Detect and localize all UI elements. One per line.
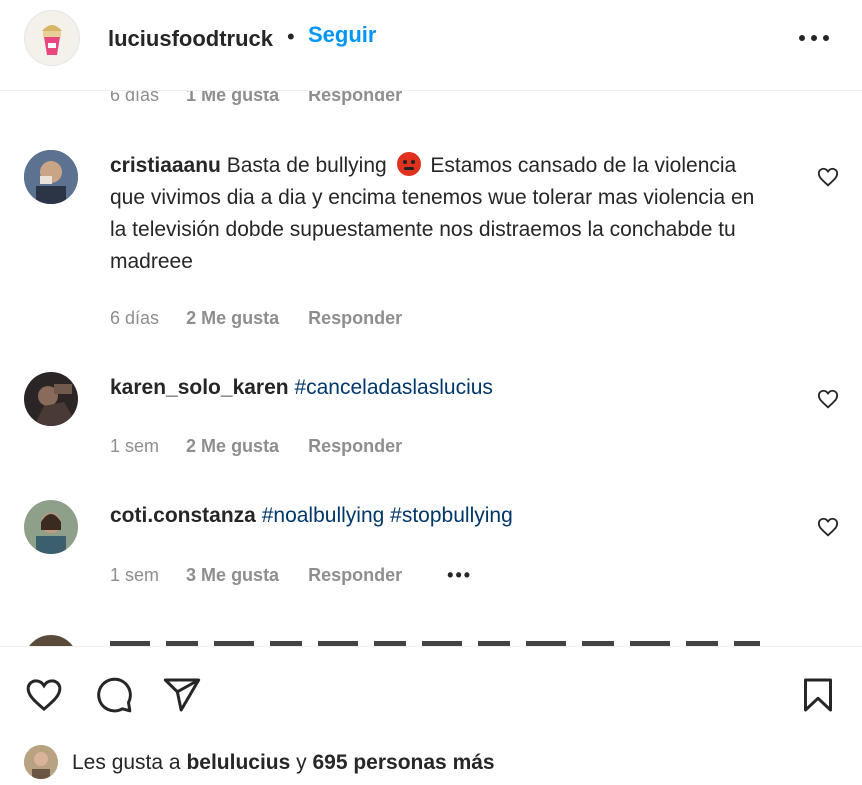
- comment-time: 1 sem: [110, 565, 160, 585]
- liker-username[interactable]: belulucius: [186, 751, 290, 774]
- comment-time: 6 días: [110, 90, 160, 105]
- follow-button[interactable]: Seguir: [308, 22, 376, 48]
- commenter-avatar: [24, 635, 78, 646]
- comment-options-icon[interactable]: •••: [447, 565, 472, 586]
- like-comment-heart-icon[interactable]: [817, 166, 839, 188]
- account-avatar[interactable]: [24, 10, 80, 66]
- share-icon[interactable]: [162, 675, 202, 715]
- liker-avatar[interactable]: [24, 745, 58, 779]
- separator-dot: •: [287, 24, 295, 49]
- post-actions-bar: Les gusta a belulucius y 695 personas má…: [0, 646, 862, 785]
- comment-body: karen_solo_karen #canceladaslaslucius: [110, 372, 770, 404]
- heart-icon[interactable]: [24, 675, 64, 715]
- previous-comment-meta: 6 días 1 Me gusta Responder: [110, 90, 442, 106]
- commenter-avatar[interactable]: [24, 500, 78, 554]
- post-header: luciusfoodtruck • Seguir: [0, 0, 862, 91]
- comment-username[interactable]: cristiaaanu: [110, 154, 221, 177]
- comment-icon[interactable]: [94, 675, 134, 715]
- hashtag-link[interactable]: #noalbullying: [262, 504, 385, 527]
- reply-button[interactable]: Responder: [308, 90, 402, 106]
- hashtag-link[interactable]: #canceladaslaslucius: [294, 376, 492, 399]
- reply-button[interactable]: Responder: [308, 436, 402, 457]
- likes-prefix: Les gusta a: [72, 751, 181, 774]
- comment-likes[interactable]: 2 Me gusta: [186, 308, 279, 329]
- comment-body: cristiaaanu Basta de bullying Estamos ca…: [110, 150, 770, 278]
- comment-meta: 1 sem 3 Me gusta Responder •••: [110, 565, 472, 586]
- more-options-icon[interactable]: [797, 28, 831, 48]
- likes-connector: y: [296, 751, 307, 774]
- like-comment-heart-icon[interactable]: [817, 516, 839, 538]
- reply-button[interactable]: Responder: [308, 308, 402, 329]
- comment-username[interactable]: coti.constanza: [110, 504, 256, 527]
- angry-face-emoji: [396, 152, 421, 176]
- like-comment-heart-icon[interactable]: [817, 388, 839, 410]
- comment-meta: 1 sem 2 Me gusta Responder: [110, 436, 442, 457]
- comment-time: 6 días: [110, 308, 160, 328]
- commenter-avatar[interactable]: [24, 150, 78, 204]
- account-username[interactable]: luciusfoodtruck: [108, 26, 273, 52]
- comment-username[interactable]: karen_solo_karen: [110, 376, 289, 399]
- comment-time: 1 sem: [110, 436, 160, 456]
- hashtag-link[interactable]: #stopbullying: [390, 504, 513, 527]
- comment-likes[interactable]: 1 Me gusta: [186, 90, 279, 106]
- cut-off-comment: [0, 635, 862, 646]
- reply-button[interactable]: Responder: [308, 565, 402, 586]
- comments-list[interactable]: 6 días 1 Me gusta Responder cristiaaanu …: [0, 90, 862, 646]
- comment-meta: 6 días 2 Me gusta Responder: [110, 308, 442, 329]
- comment-likes[interactable]: 3 Me gusta: [186, 565, 279, 586]
- bookmark-icon[interactable]: [798, 675, 838, 715]
- comment-likes[interactable]: 2 Me gusta: [186, 436, 279, 457]
- commenter-avatar[interactable]: [24, 372, 78, 426]
- likes-others-count[interactable]: 695 personas más: [312, 751, 494, 774]
- comment-body: coti.constanza #noalbullying #stopbullyi…: [110, 500, 770, 532]
- comment-text: Basta de bullying: [226, 154, 387, 177]
